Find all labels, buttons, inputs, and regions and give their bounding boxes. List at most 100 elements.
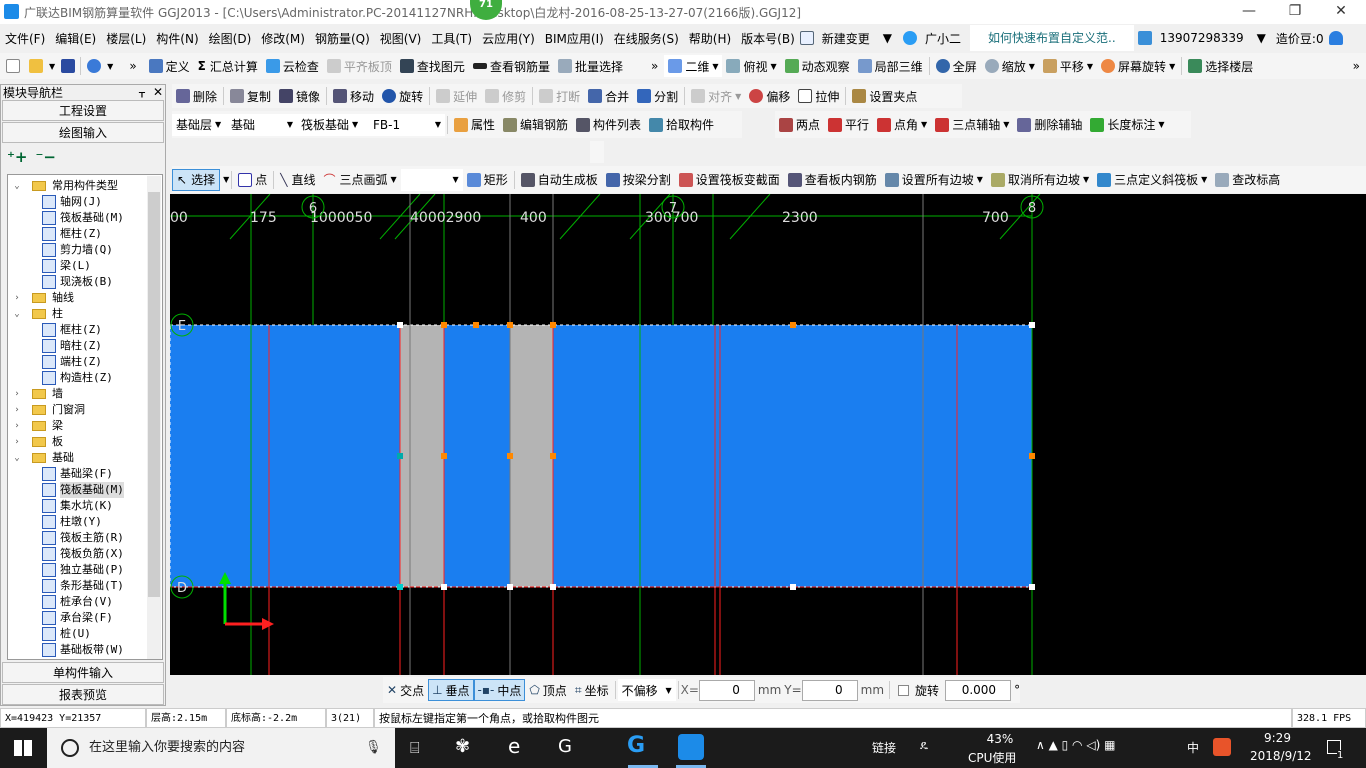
snap-perpendicular[interactable]: ⊥ 垂点 [428, 679, 474, 701]
drawing-canvas[interactable]: 00 175 1000050 40002900 400 300700 2300 … [169, 193, 1366, 675]
collapse-icon[interactable]: ⌄ [10, 450, 24, 466]
collapse-all-icon[interactable]: ⁻− [36, 148, 57, 166]
menu-help[interactable]: 帮助(H) [684, 30, 736, 47]
copy-button[interactable]: 复制 [226, 85, 275, 107]
nav-drawing-input[interactable]: 绘图输入 [2, 122, 164, 143]
parallel-axis-button[interactable]: 平行 [824, 114, 873, 136]
taskbar-search[interactable]: 在这里输入你要搜索的内容 🎙 [47, 728, 395, 768]
break-button[interactable]: 打断 [535, 85, 584, 107]
app-fan-icon[interactable]: ✾ [455, 736, 470, 757]
expand-icon[interactable]: › [10, 402, 24, 418]
select-floor-button[interactable]: 选择楼层 [1184, 55, 1257, 77]
menu-tools[interactable]: 工具(T) [426, 30, 477, 47]
ggj-app-icon[interactable] [678, 734, 704, 760]
tree-item[interactable]: 端柱(Z) [8, 354, 162, 370]
expand-icon[interactable]: › [10, 418, 24, 434]
trim-button[interactable]: 修剪 [481, 85, 530, 107]
glodon-app-icon[interactable]: G [627, 733, 645, 758]
tree-item[interactable]: ⌄ 基础 [8, 450, 162, 466]
x-offset-input[interactable]: 0 [698, 679, 755, 701]
component-list-button[interactable]: 构件列表 [572, 114, 645, 136]
screen-rotate-button[interactable]: 屏幕旋转 ▼ [1097, 55, 1179, 77]
menu-edit[interactable]: 编辑(E) [50, 30, 101, 47]
set-grip-button[interactable]: 设置夹点 [848, 85, 921, 107]
rotate-checkbox[interactable] [898, 684, 910, 696]
start-button[interactable] [14, 740, 32, 756]
tree-item[interactable]: 集水坑(K) [8, 498, 162, 514]
tree-item[interactable]: 轴网(J) [8, 194, 162, 210]
tree-item[interactable]: › 梁 [8, 418, 162, 434]
type-select[interactable]: 筏板基础 ▼ [297, 113, 369, 136]
expand-icon[interactable]: › [10, 386, 24, 402]
tree-item[interactable]: 梁(L) [8, 258, 162, 274]
tree-item[interactable]: › 板 [8, 434, 162, 450]
tree-item[interactable]: 构造柱(Z) [8, 370, 162, 386]
tree-scrollbar[interactable] [147, 176, 161, 659]
three-point-axis-button[interactable]: 三点辅轴 ▼ [931, 114, 1013, 136]
arc-tool-button[interactable]: ⌒ 三点画弧 ▼ [320, 169, 401, 191]
tree-item[interactable]: 框柱(Z) [8, 226, 162, 242]
split-by-beam-button[interactable]: 按梁分割 [602, 169, 675, 191]
category-select[interactable]: 基础 ▼ [227, 113, 297, 136]
orbit-button[interactable]: 动态观察 [781, 55, 854, 77]
view-slab-rebar-button[interactable]: 查看板内钢筋 [784, 169, 881, 191]
open-folder-icon[interactable] [29, 59, 43, 73]
microphone-icon[interactable]: 🎙 [365, 728, 382, 768]
snap-coordinate[interactable]: ⌗ 坐标 [571, 679, 613, 701]
menu-floor[interactable]: 楼层(L) [101, 30, 151, 47]
tree-item[interactable]: 基础板带(W) [8, 642, 162, 658]
view-rebar-button[interactable]: 查看钢筋量 [469, 55, 554, 77]
summary-calc-button[interactable]: Σ 汇总计算 [194, 55, 262, 77]
tree-item[interactable]: 条形基础(T) [8, 578, 162, 594]
stretch-button[interactable]: 拉伸 [794, 85, 843, 107]
menu-draw[interactable]: 绘图(D) [204, 30, 257, 47]
new-file-icon[interactable] [6, 59, 20, 73]
app-swirl-icon[interactable]: G [558, 736, 572, 757]
menu-modify[interactable]: 修改(M) [256, 30, 310, 47]
local-3d-button[interactable]: 局部三维 [854, 55, 927, 77]
mirror-button[interactable]: 镜像 [275, 85, 324, 107]
three-point-slope-button[interactable]: 三点定义斜筏板 ▼ [1093, 169, 1211, 191]
tree-item[interactable]: 桩承台(V) [8, 594, 162, 610]
snap-intersection[interactable]: ✕ 交点 [383, 679, 428, 701]
variable-section-button[interactable]: 设置筏板变截面 [675, 169, 784, 191]
modify-elevation-button[interactable]: 查改标高 [1211, 169, 1284, 191]
undo-icon[interactable] [87, 59, 102, 73]
nav-project-settings[interactable]: 工程设置 [2, 100, 164, 121]
menu-view[interactable]: 视图(V) [375, 30, 427, 47]
define-button[interactable]: 定义 [145, 55, 194, 77]
menu-rebar[interactable]: 钢筋量(Q) [310, 30, 375, 47]
save-icon[interactable] [61, 59, 76, 73]
expand-icon[interactable]: › [10, 434, 24, 450]
rotate-button[interactable]: 旋转 [378, 85, 427, 107]
move-button[interactable]: 移动 [329, 85, 378, 107]
line-tool-button[interactable]: ╲ 直线 [276, 169, 319, 191]
auto-generate-slab-button[interactable]: 自动生成板 [517, 169, 602, 191]
new-change-menu[interactable]: 新建变更 [817, 30, 875, 47]
tree-item[interactable]: 柱墩(Y) [8, 514, 162, 530]
menu-bim[interactable]: BIM应用(I) [540, 30, 609, 47]
align-button[interactable]: 对齐 ▼ [687, 85, 745, 107]
y-offset-input[interactable]: 0 [801, 679, 858, 701]
properties-button[interactable]: 属性 [450, 114, 499, 136]
clock-time[interactable]: 9:29 [1264, 731, 1291, 745]
assistant-button[interactable]: 广小二 [920, 30, 966, 47]
tree-item[interactable]: 独立基础(P) [8, 562, 162, 578]
pin-icon[interactable]: ᚁ [139, 85, 145, 99]
drawing-svg[interactable]: 00 175 1000050 40002900 400 300700 2300 … [169, 193, 1366, 675]
tree-item[interactable]: 承台梁(F) [8, 610, 162, 626]
clock-date[interactable]: 2018/9/12 [1250, 749, 1312, 763]
two-point-axis-button[interactable]: 两点 [775, 114, 824, 136]
tree-item[interactable]: 筏板基础(M) [8, 210, 162, 226]
rotate-angle-input[interactable]: 0.000 [945, 679, 1012, 701]
tree-item[interactable]: 暗柱(Z) [8, 338, 162, 354]
pan-button[interactable]: 平移 ▼ [1039, 55, 1097, 77]
top-view-button[interactable]: 俯视 ▼ [722, 55, 780, 77]
tree-item[interactable]: 基础梁(F) [8, 466, 162, 482]
extend-button[interactable]: 延伸 [432, 85, 481, 107]
batch-select-button[interactable]: 批量选择 [554, 55, 627, 77]
collapse-icon[interactable]: ⌄ [10, 306, 24, 322]
tree-item[interactable]: 剪力墙(Q) [8, 242, 162, 258]
minimize-button[interactable]: — [1226, 0, 1272, 24]
delete-button[interactable]: 删除 [172, 85, 221, 107]
